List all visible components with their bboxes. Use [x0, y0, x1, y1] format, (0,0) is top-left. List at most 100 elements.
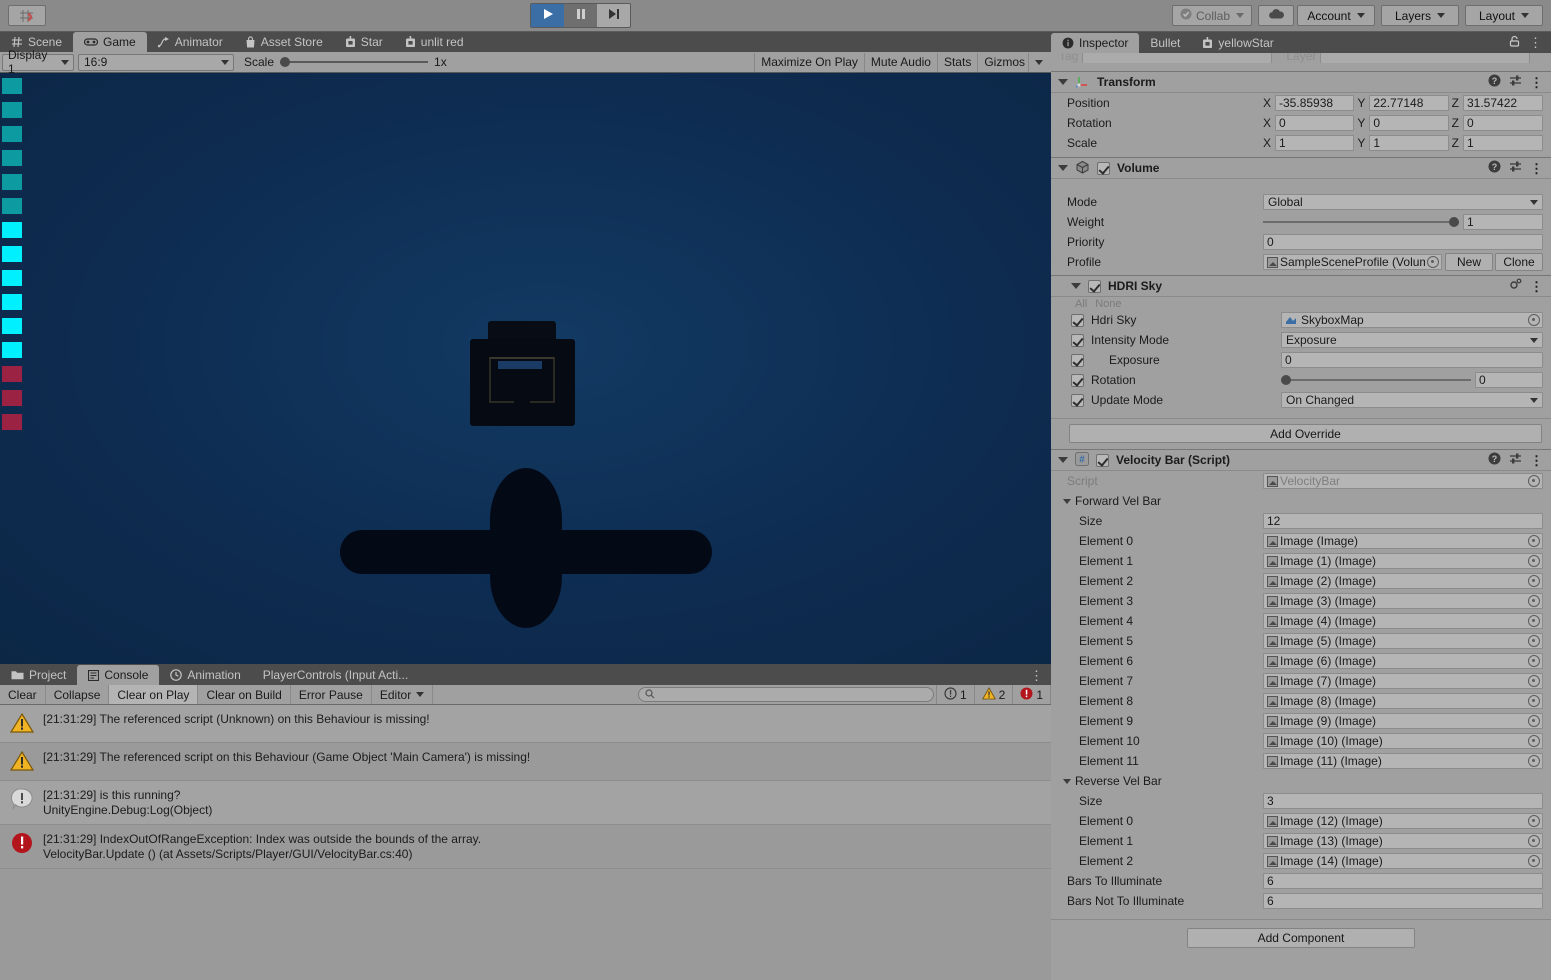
object-picker-icon[interactable]: [1528, 655, 1540, 667]
game-render-surface[interactable]: [0, 73, 1051, 664]
forward-element-object-field[interactable]: Image (5) (Image): [1263, 633, 1543, 649]
scale-z-value[interactable]: 1: [1463, 135, 1543, 151]
tab-console[interactable]: Console: [77, 665, 160, 685]
object-picker-icon[interactable]: [1528, 615, 1540, 627]
velocity-bar-enabled-checkbox[interactable]: [1096, 453, 1109, 467]
play-button[interactable]: [531, 4, 564, 27]
transform-component-header[interactable]: Transform ? ⋮: [1051, 71, 1551, 93]
object-picker-icon[interactable]: [1528, 855, 1540, 867]
tab-bullet[interactable]: Bullet: [1139, 33, 1192, 53]
account-button[interactable]: Account: [1297, 5, 1375, 26]
console-log-row[interactable]: [21:31:29] The referenced script on this…: [0, 743, 1051, 781]
object-picker-icon[interactable]: [1528, 835, 1540, 847]
override-checkbox[interactable]: [1071, 313, 1084, 327]
chevron-down-icon[interactable]: [1058, 165, 1068, 171]
kebab-icon[interactable]: ⋮: [1530, 162, 1543, 175]
scale-z-field[interactable]: Z1: [1452, 135, 1543, 151]
console-kebab-icon[interactable]: ⋮: [1030, 669, 1051, 685]
grid-snap-button[interactable]: [8, 5, 46, 26]
layers-button[interactable]: Layers: [1381, 5, 1459, 26]
none-toggle[interactable]: None: [1095, 298, 1121, 310]
forward-element-object-field[interactable]: Image (3) (Image): [1263, 593, 1543, 609]
preset-icon[interactable]: [1509, 452, 1522, 468]
console-log-list[interactable]: [21:31:29] The referenced script (Unknow…: [0, 705, 1051, 980]
forward-element-object-field[interactable]: Image (4) (Image): [1263, 613, 1543, 629]
preset-icon[interactable]: [1509, 74, 1522, 90]
forward-size-field[interactable]: 12: [1263, 513, 1543, 529]
volume-enabled-checkbox[interactable]: [1097, 161, 1110, 175]
settings-icon[interactable]: [1508, 278, 1522, 294]
forward-element-object-field[interactable]: Image (7) (Image): [1263, 673, 1543, 689]
mode-dropdown[interactable]: Global: [1263, 194, 1543, 210]
step-button[interactable]: [597, 4, 630, 27]
tab-star[interactable]: Star: [333, 32, 394, 52]
intensity-mode-dropdown[interactable]: Exposure: [1281, 332, 1543, 348]
bars-to-illuminate-field[interactable]: 6: [1263, 873, 1543, 889]
forward-element-object-field[interactable]: Image (1) (Image): [1263, 553, 1543, 569]
help-icon[interactable]: ?: [1488, 74, 1501, 90]
profile-object-field[interactable]: SampleSceneProfile (Volume: [1263, 254, 1442, 270]
tab-animator[interactable]: Animator: [146, 32, 234, 52]
tab-animation[interactable]: Animation: [159, 665, 252, 685]
hdri-sky-enabled-checkbox[interactable]: [1088, 279, 1101, 293]
console-error-pause-button[interactable]: Error Pause: [291, 685, 372, 704]
rotation-x-field[interactable]: X0: [1263, 115, 1355, 131]
tab-game[interactable]: Game: [73, 32, 147, 52]
hdri-sky-header[interactable]: HDRI Sky ⋮: [1051, 275, 1551, 297]
mute-audio-toggle[interactable]: Mute Audio: [865, 52, 938, 72]
chevron-down-icon[interactable]: [1063, 778, 1071, 784]
object-picker-icon[interactable]: [1528, 575, 1540, 587]
object-picker-icon[interactable]: [1528, 815, 1540, 827]
weight-value-field[interactable]: 1: [1463, 214, 1543, 230]
forward-vel-bar-group[interactable]: Forward Vel Bar: [1051, 491, 1551, 511]
object-picker-icon[interactable]: [1528, 735, 1540, 747]
override-checkbox[interactable]: [1071, 393, 1084, 407]
position-z-value[interactable]: 31.57422: [1463, 95, 1543, 111]
rotation-x-value[interactable]: 0: [1275, 115, 1355, 131]
maximize-on-play-toggle[interactable]: Maximize On Play: [754, 52, 865, 72]
hdri-sky-object-field[interactable]: SkyboxMap: [1281, 312, 1543, 328]
tab-unlit-red[interactable]: unlit red: [393, 32, 475, 52]
warning-count[interactable]: 2: [973, 685, 1013, 704]
help-icon[interactable]: ?: [1488, 452, 1501, 468]
scale-x-value[interactable]: 1: [1275, 135, 1355, 151]
object-picker-icon[interactable]: [1528, 635, 1540, 647]
reverse-element-object-field[interactable]: Image (13) (Image): [1263, 833, 1543, 849]
object-picker-icon[interactable]: [1528, 755, 1540, 767]
console-log-row[interactable]: [21:31:29] is this running? UnityEngine.D…: [0, 781, 1051, 825]
tab-playercontrols-input-acti[interactable]: PlayerControls (Input Acti...: [251, 665, 420, 685]
object-picker-icon[interactable]: [1427, 256, 1439, 268]
rotation-y-value[interactable]: 0: [1369, 115, 1449, 131]
profile-clone-button[interactable]: Clone: [1495, 253, 1543, 271]
tab-project[interactable]: Project: [0, 665, 78, 685]
scale-x-field[interactable]: X1: [1263, 135, 1355, 151]
forward-element-object-field[interactable]: Image (6) (Image): [1263, 653, 1543, 669]
position-y-field[interactable]: Y 22.77148: [1357, 95, 1449, 111]
forward-element-object-field[interactable]: Image (10) (Image): [1263, 733, 1543, 749]
lock-icon[interactable]: [1509, 35, 1520, 50]
console-search-input[interactable]: [637, 687, 934, 702]
chevron-down-icon[interactable]: [1071, 283, 1081, 289]
gizmos-dropdown[interactable]: [1028, 52, 1051, 72]
object-picker-icon[interactable]: [1528, 555, 1540, 567]
object-picker-icon[interactable]: [1528, 715, 1540, 727]
reverse-element-object-field[interactable]: Image (12) (Image): [1263, 813, 1543, 829]
console-clear-button[interactable]: Clear: [0, 685, 46, 704]
scale-y-field[interactable]: Y1: [1357, 135, 1449, 151]
forward-element-object-field[interactable]: Image (9) (Image): [1263, 713, 1543, 729]
rotation-z-value[interactable]: 0: [1463, 115, 1543, 131]
add-component-button[interactable]: Add Component: [1187, 928, 1415, 948]
reverse-vel-bar-group[interactable]: Reverse Vel Bar: [1051, 771, 1551, 791]
stats-toggle[interactable]: Stats: [938, 52, 979, 72]
kebab-icon[interactable]: ⋮: [1530, 454, 1543, 467]
override-checkbox[interactable]: [1071, 333, 1084, 347]
aspect-dropdown[interactable]: 16:9: [78, 53, 234, 71]
scale-y-value[interactable]: 1: [1369, 135, 1449, 151]
forward-element-object-field[interactable]: Image (11) (Image): [1263, 753, 1543, 769]
layout-button[interactable]: Layout: [1465, 5, 1543, 26]
reverse-element-object-field[interactable]: Image (14) (Image): [1263, 853, 1543, 869]
volume-component-header[interactable]: Volume ? ⋮: [1051, 157, 1551, 179]
override-checkbox[interactable]: [1071, 353, 1084, 367]
layer-dropdown[interactable]: [1320, 53, 1531, 63]
position-x-value[interactable]: -35.85938: [1275, 95, 1355, 111]
